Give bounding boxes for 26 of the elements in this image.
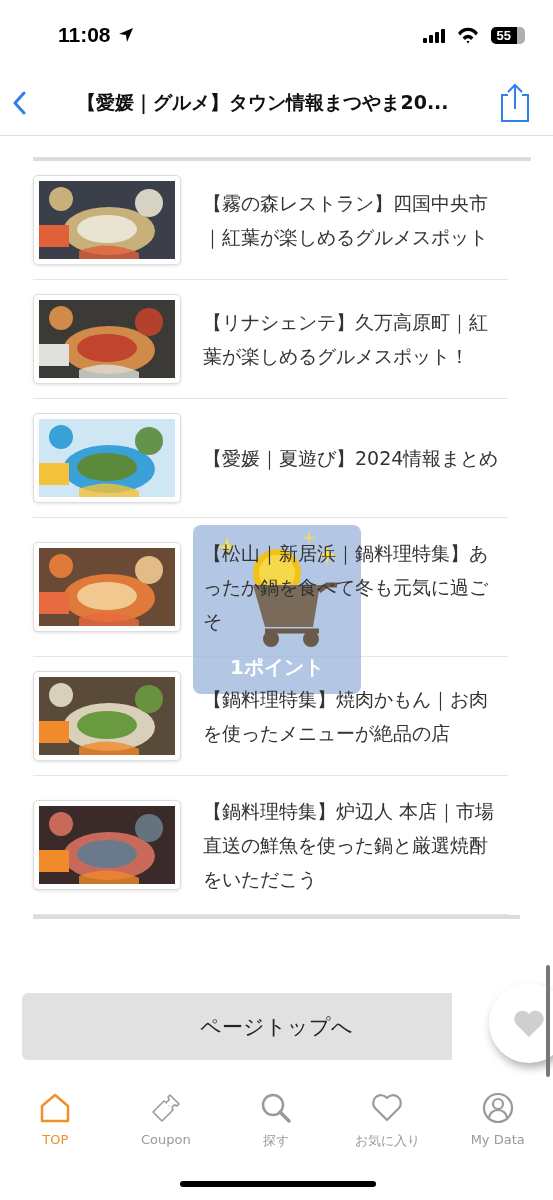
thumbnail-frame[interactable] <box>33 294 181 384</box>
article-title[interactable]: 【愛媛｜夏遊び】2024情報まとめ <box>203 441 503 475</box>
heart-icon <box>371 1092 404 1124</box>
status-time: 11:08 <box>58 23 111 47</box>
popup-label: 1ポイント <box>230 655 324 679</box>
page-title: 【愛媛｜グルメ】タウン情報まつやま20... <box>76 89 450 116</box>
favorite-button[interactable] <box>489 983 553 1063</box>
thumbnail-frame[interactable] <box>33 175 181 265</box>
share-icon[interactable] <box>499 82 531 123</box>
article-title[interactable]: 【鍋料理特集】焼肉かもん｜お肉を使ったメニューが絶品の店 <box>203 682 503 750</box>
article-title[interactable]: 【霧の森レストラン】四国中央市｜紅葉が楽しめるグルメスポット <box>203 186 503 254</box>
wifi-icon <box>456 26 479 44</box>
thumbnail-frame[interactable] <box>33 542 181 632</box>
page-top-button[interactable]: ページトップへ <box>22 993 452 1060</box>
article-title[interactable]: 【リナシェンテ】久万高原町｜紅葉が楽しめるグルメスポット！ <box>203 305 503 373</box>
battery-icon: 55 <box>490 26 525 44</box>
home-icon <box>39 1092 72 1124</box>
search-icon <box>260 1092 293 1124</box>
ticket-icon <box>149 1092 182 1124</box>
thumbnail-frame[interactable] <box>33 671 181 761</box>
person-icon <box>481 1092 514 1124</box>
signal-icon <box>422 27 445 43</box>
article-title[interactable]: 【鍋料理特集】炉辺人 本店｜市場直送の鮮魚を使った鍋と厳選焼酎をいただこう <box>203 794 503 896</box>
thumbnail-frame[interactable] <box>33 800 181 890</box>
thumbnail-frame[interactable] <box>33 413 181 503</box>
back-icon[interactable] <box>12 90 27 115</box>
